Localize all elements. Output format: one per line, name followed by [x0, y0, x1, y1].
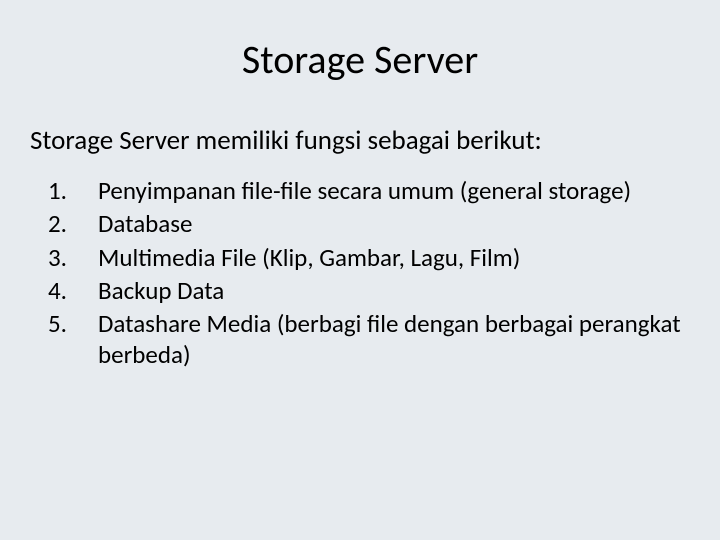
list-item: Datashare Media (berbagi file dengan ber… [30, 308, 690, 371]
list-item: Database [30, 208, 690, 239]
list-item: Backup Data [30, 275, 690, 306]
function-list: Penyimpanan file-file secara umum (gener… [30, 175, 690, 371]
list-item: Penyimpanan file-file secara umum (gener… [30, 175, 690, 206]
slide-title: Storage Server [30, 35, 690, 84]
intro-text: Storage Server memiliki fungsi sebagai b… [30, 124, 690, 157]
list-item: Multimedia File (Klip, Gambar, Lagu, Fil… [30, 242, 690, 273]
slide: Storage Server Storage Server memiliki f… [0, 0, 720, 540]
